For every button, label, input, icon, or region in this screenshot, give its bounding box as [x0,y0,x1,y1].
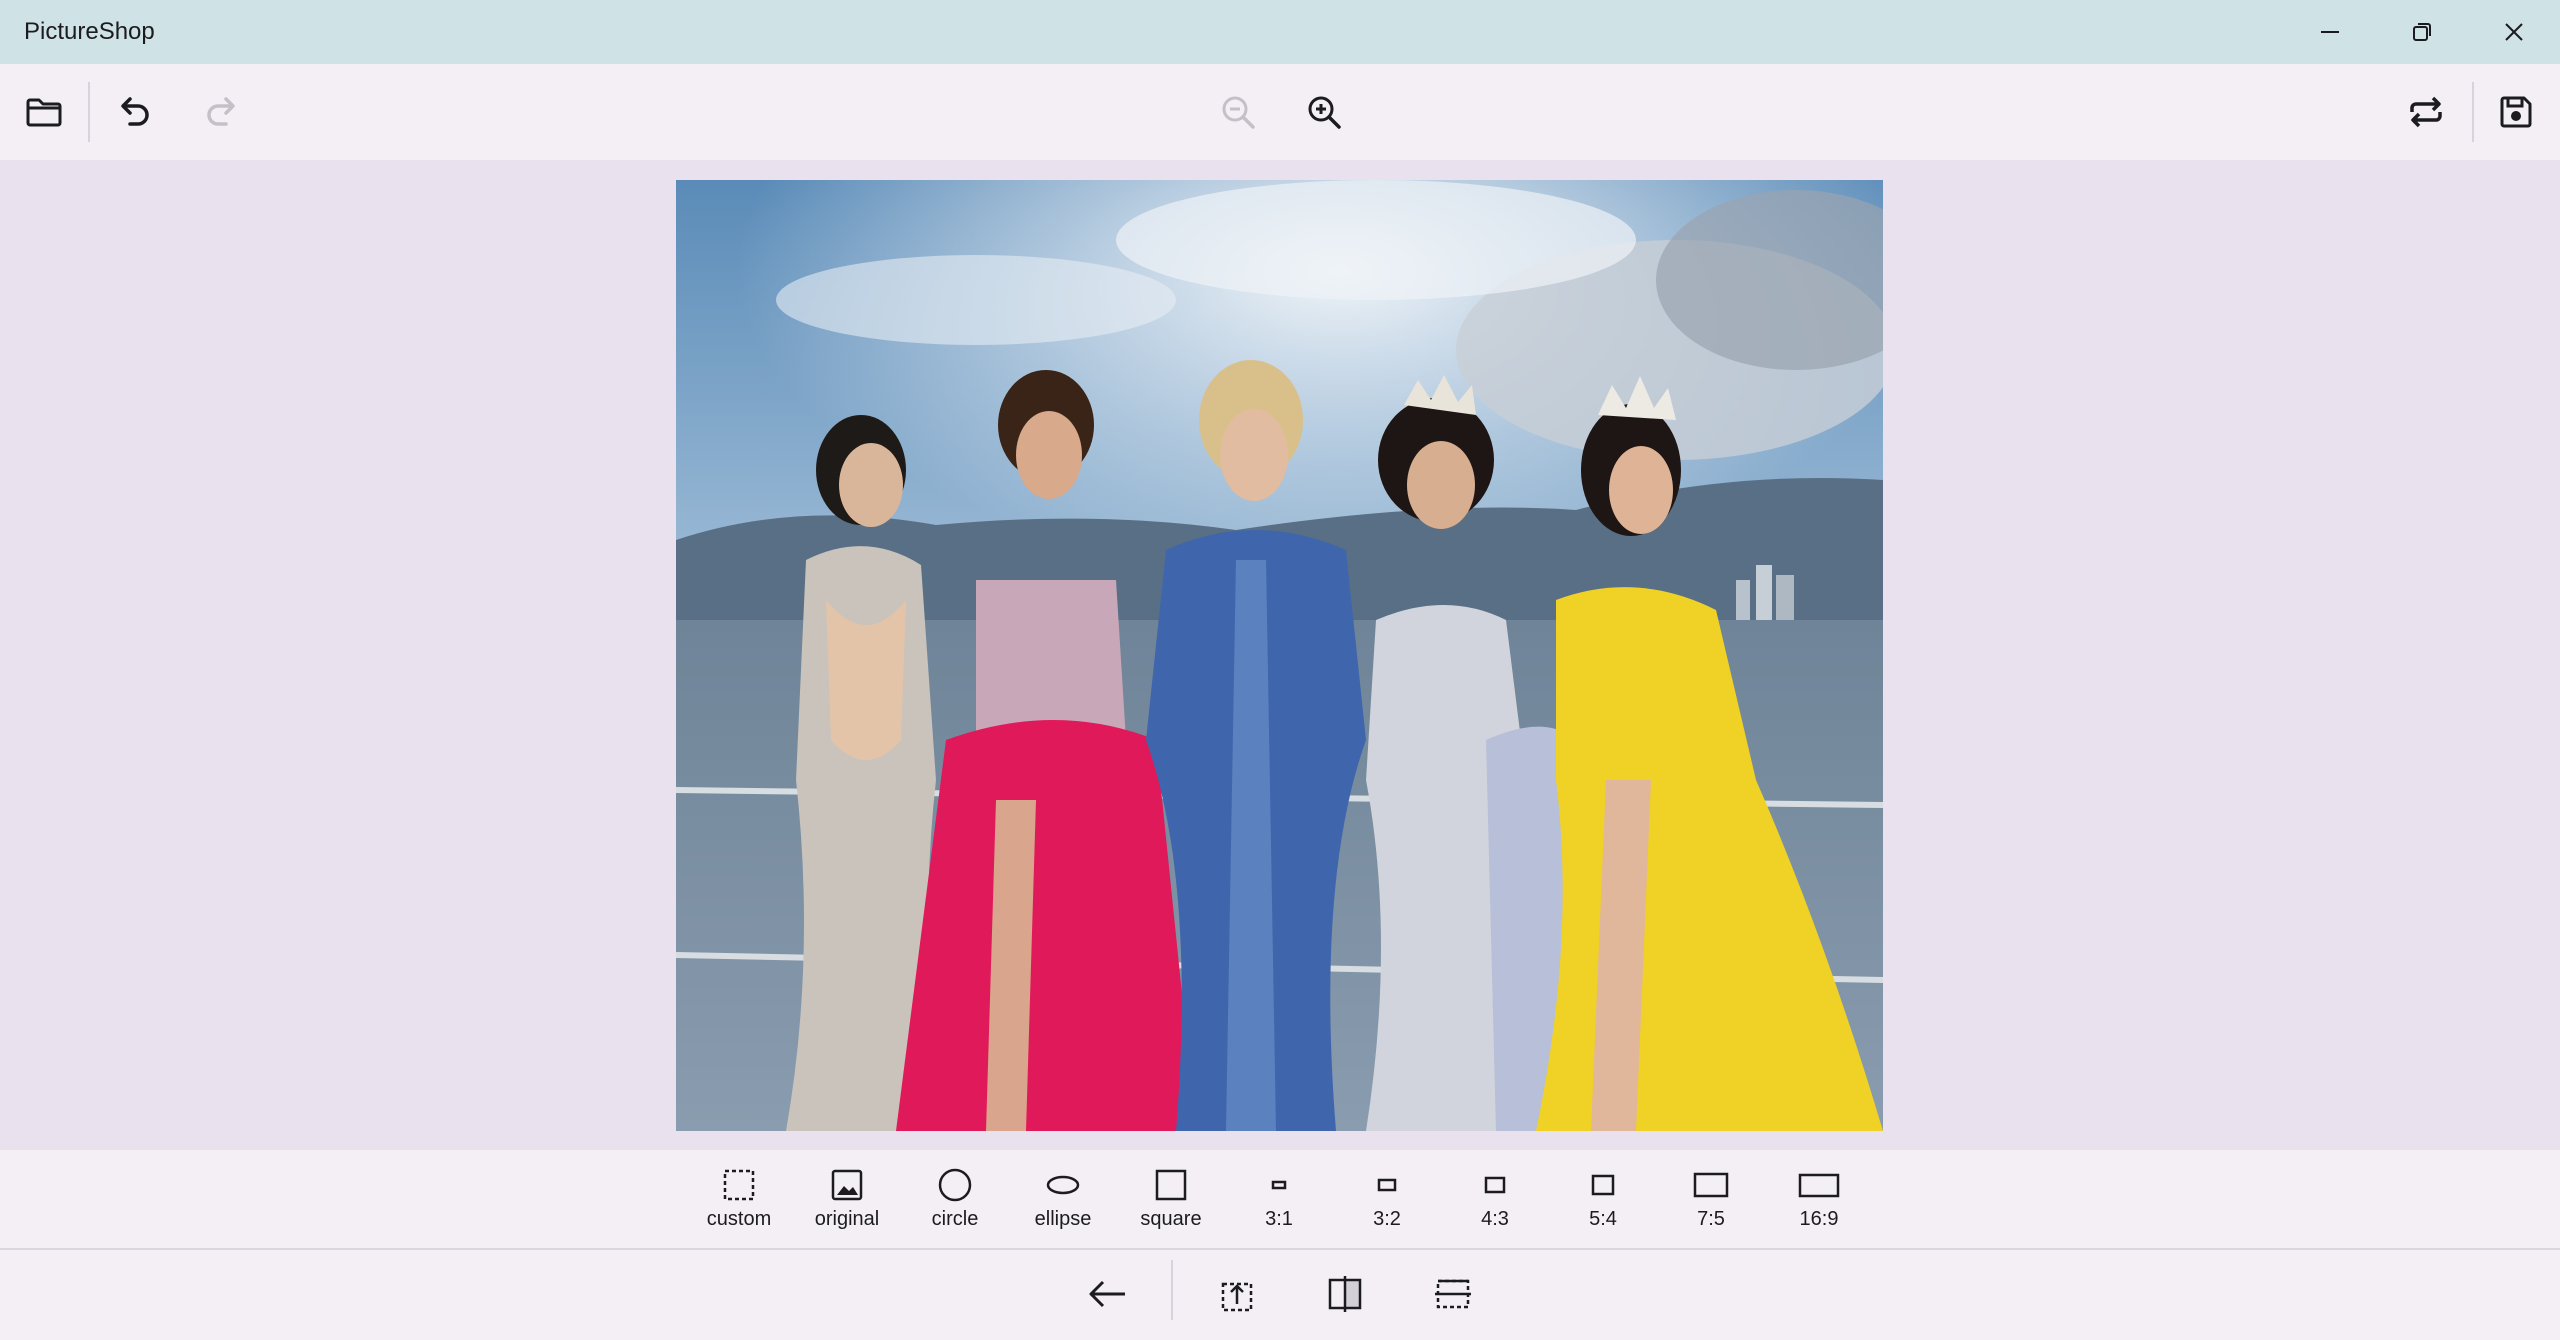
title-bar: PictureShop [0,0,2560,64]
rect-3-2-icon [1377,1178,1397,1192]
rotate-icon [1221,1282,1253,1312]
crop-option-label: 4:3 [1481,1208,1509,1230]
save-button[interactable] [2484,80,2548,144]
undo-icon [121,97,149,126]
app-title: PictureShop [24,18,155,45]
crop-option-custom[interactable]: custom [694,1164,784,1244]
open-folder-button[interactable] [12,80,76,144]
crop-option-3-1[interactable]: 3:1 [1234,1164,1324,1244]
save-icon [2500,96,2532,128]
rect-4-3-icon [1484,1176,1506,1194]
toolbar-divider [88,82,90,142]
back-button[interactable] [1075,1262,1139,1326]
flip-vertical-icon [1435,1279,1471,1309]
zoom-in-button[interactable] [1292,80,1356,144]
minimize-icon [2321,31,2339,33]
flip-horizontal-icon [1328,1276,1362,1312]
rect-3-1-icon [1271,1180,1287,1190]
crop-option-3-2[interactable]: 3:2 [1342,1164,1432,1244]
crop-option-circle[interactable]: circle [910,1164,1000,1244]
toolbar [0,64,2560,160]
crop-option-4-3[interactable]: 4:3 [1450,1164,1540,1244]
crop-option-label: circle [931,1208,979,1230]
close-icon [2505,23,2523,41]
dashed-square-icon [723,1169,755,1201]
flip-vertical-button[interactable] [1421,1262,1485,1326]
bottom-divider [1171,1260,1173,1320]
crop-option-square[interactable]: square [1126,1164,1216,1244]
crop-option-ellipse[interactable]: ellipse [1018,1164,1108,1244]
redo-icon [207,97,235,126]
circle-icon [938,1168,972,1202]
rect-5-4-icon [1591,1174,1615,1196]
flip-horizontal-button[interactable] [1313,1262,1377,1326]
toolbar-divider [2472,82,2474,142]
undo-button[interactable] [102,80,166,144]
crop-option-label: 7:5 [1697,1208,1725,1230]
rotate-button[interactable] [1205,1262,1269,1326]
rect-16-9-icon [1798,1173,1840,1198]
crop-option-7-5[interactable]: 7:5 [1666,1164,1756,1244]
crop-option-label: 3:2 [1373,1208,1401,1230]
sync-icon [2410,96,2442,128]
zoom-in-icon [1308,96,1341,129]
crop-option-label: 16:9 [1799,1208,1839,1230]
crop-option-label: square [1140,1208,1202,1230]
photo-illustration [676,180,1883,1131]
folder-icon [26,98,62,127]
crop-option-original[interactable]: original [802,1164,892,1244]
sync-button[interactable] [2394,80,2458,144]
crop-option-label: original [814,1208,880,1230]
crop-option-label: 5:4 [1589,1208,1617,1230]
image-icon [831,1169,863,1201]
crop-option-5-4[interactable]: 5:4 [1558,1164,1648,1244]
zoom-out-icon [1222,96,1255,129]
zoom-out-button[interactable] [1206,80,1270,144]
close-button[interactable] [2468,4,2560,60]
restore-button[interactable] [2376,4,2468,60]
square-icon [1155,1169,1187,1201]
crop-option-label: custom [706,1208,772,1230]
crop-options-bar: custom original circle ellipse square 3:… [0,1150,2560,1248]
rect-7-5-icon [1693,1172,1729,1198]
crop-option-label: ellipse [1034,1208,1092,1230]
bottom-action-bar [0,1250,2560,1340]
arrow-left-icon [1089,1280,1125,1308]
crop-option-label: 3:1 [1265,1208,1293,1230]
restore-icon [2413,23,2431,41]
crop-option-16-9[interactable]: 16:9 [1774,1164,1864,1244]
redo-button[interactable] [190,80,254,144]
ellipse-icon [1046,1175,1080,1195]
edited-photo[interactable] [676,180,1883,1131]
minimize-button[interactable] [2284,4,2376,60]
